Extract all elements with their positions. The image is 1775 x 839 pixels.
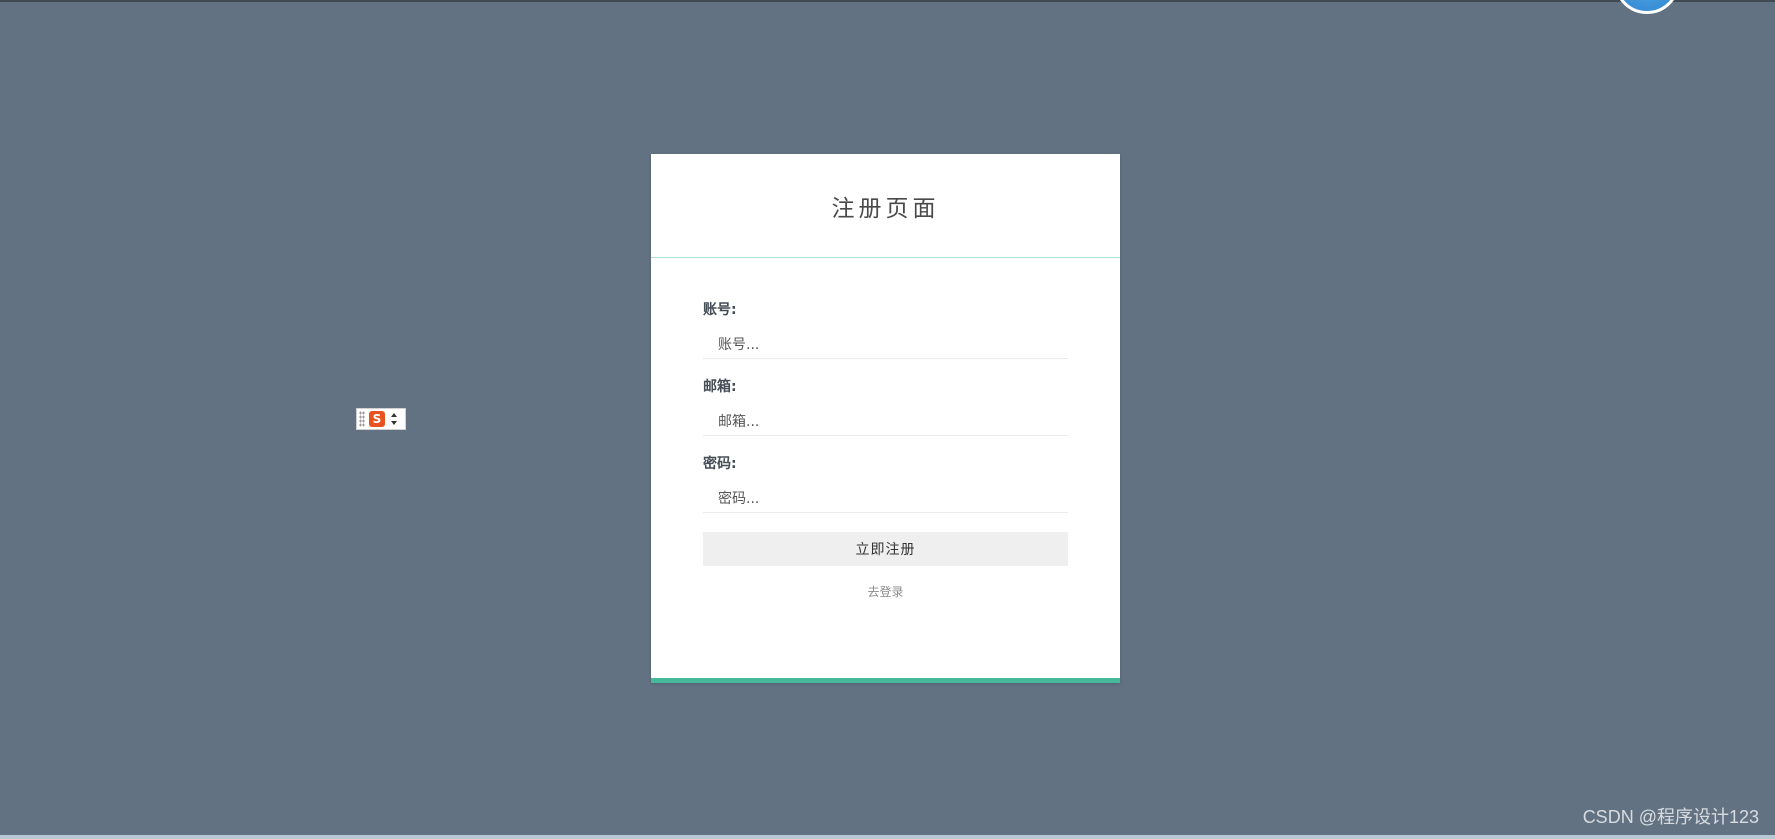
card-header: 注册页面 [651,154,1120,258]
account-label: 账号: [703,302,737,318]
email-input[interactable] [703,408,1068,436]
sogou-ime-icon[interactable]: S [369,411,385,427]
register-form: 账号: 邮箱: 密码: 立即注册 去登录 [651,301,1120,600]
top-border [0,0,1775,2]
page-title: 注册页面 [831,195,940,222]
account-input[interactable] [703,331,1068,359]
password-input[interactable] [703,485,1068,513]
email-field-group: 邮箱: [703,378,1068,436]
go-login-link[interactable]: 去登录 [703,583,1068,600]
email-label: 邮箱: [703,379,737,395]
user-avatar-icon[interactable] [1614,0,1680,14]
password-label: 密码: [703,456,737,472]
ime-toolbar[interactable]: S [356,408,406,430]
register-card: 注册页面 账号: 邮箱: 密码: 立即注册 去登录 [651,154,1120,683]
watermark: CSDN @程序设计123 [1582,807,1759,827]
bottom-border [0,835,1775,839]
expand-arrows-icon[interactable] [390,412,398,426]
register-button[interactable]: 立即注册 [703,532,1068,566]
password-field-group: 密码: [703,455,1068,513]
account-field-group: 账号: [703,301,1068,359]
drag-handle-icon[interactable] [359,411,365,427]
